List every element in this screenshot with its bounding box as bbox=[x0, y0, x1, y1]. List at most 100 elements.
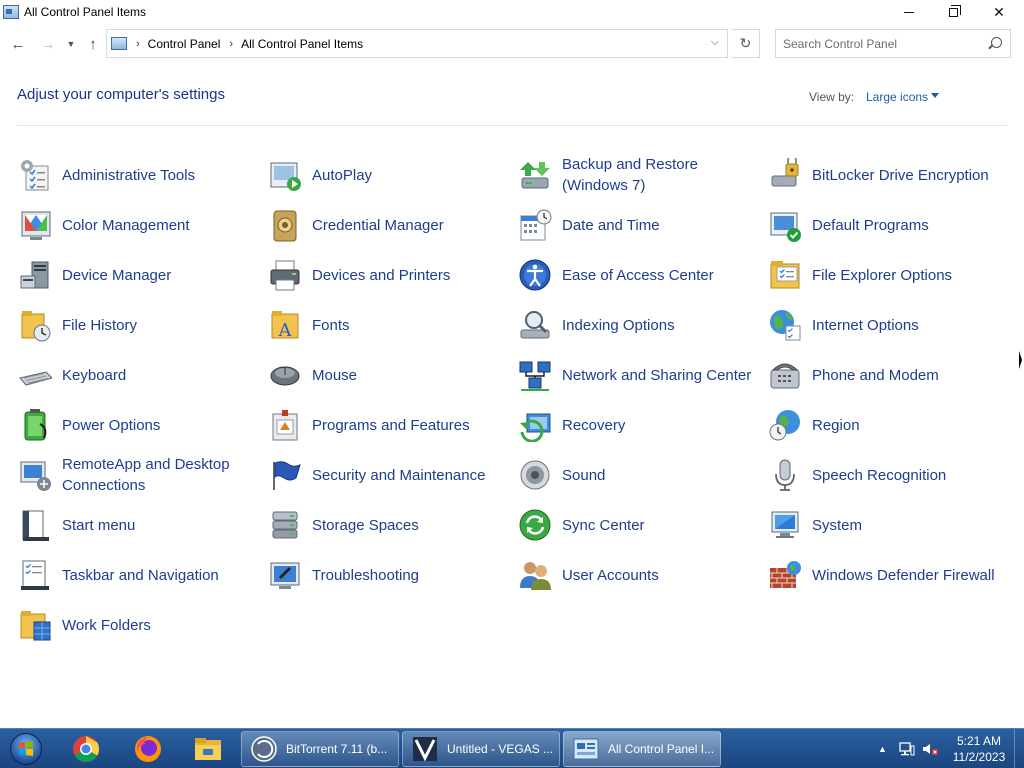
show-desktop-button[interactable] bbox=[1014, 729, 1024, 768]
minimize-button[interactable] bbox=[886, 0, 932, 24]
recent-locations-button[interactable]: ▼ bbox=[64, 33, 78, 55]
item-label: AutoPlay bbox=[312, 166, 373, 184]
control-panel-item[interactable]: Devices and Printers bbox=[265, 250, 505, 300]
refresh-button[interactable]: ↻ bbox=[732, 29, 760, 58]
volume-muted-icon[interactable] bbox=[921, 742, 939, 756]
item-label: Storage Spaces bbox=[312, 516, 419, 534]
date-time-icon bbox=[517, 207, 553, 243]
arrow-right-icon: → bbox=[40, 35, 56, 53]
file-history-icon bbox=[17, 307, 53, 343]
start-button[interactable] bbox=[6, 731, 46, 767]
item-label: Taskbar and Navigation bbox=[62, 566, 219, 584]
control-panel-item[interactable]: File History bbox=[15, 300, 255, 350]
control-panel-item[interactable]: Work Folders bbox=[15, 600, 255, 650]
control-panel-item[interactable]: Region bbox=[765, 400, 1005, 450]
file-explorer-icon[interactable] bbox=[188, 732, 228, 766]
printer-icon bbox=[267, 257, 303, 293]
control-panel-item[interactable]: Credential Manager bbox=[265, 200, 505, 250]
control-panel-item[interactable]: A Fonts bbox=[265, 300, 505, 350]
search-icon[interactable] bbox=[991, 37, 1002, 48]
control-panel-item[interactable]: User Accounts bbox=[515, 550, 755, 600]
breadcrumb-all-items[interactable]: All Control Panel Items bbox=[241, 37, 363, 51]
vegas-icon bbox=[411, 735, 439, 763]
close-button[interactable]: ✕ bbox=[976, 0, 1022, 24]
control-panel-item[interactable]: Sync Center bbox=[515, 500, 755, 550]
address-dropdown-icon[interactable]: ⌵ bbox=[711, 36, 719, 49]
item-label: Fonts bbox=[312, 316, 350, 334]
item-label: BitLocker Drive Encryption bbox=[812, 166, 989, 184]
search-box[interactable] bbox=[775, 29, 1011, 58]
breadcrumb-control-panel[interactable]: Control Panel bbox=[148, 37, 221, 51]
network-icon bbox=[517, 357, 553, 393]
restore-button[interactable] bbox=[930, 0, 976, 24]
item-label: Security and Maintenance bbox=[312, 466, 486, 484]
item-label: Phone and Modem bbox=[812, 366, 939, 384]
forward-button[interactable]: → bbox=[38, 33, 58, 55]
internet-options-icon bbox=[767, 307, 803, 343]
firefox-icon[interactable] bbox=[128, 732, 168, 766]
control-panel-item[interactable]: Recovery bbox=[515, 400, 755, 450]
control-panel-item[interactable]: File Explorer Options bbox=[765, 250, 1005, 300]
control-panel-item[interactable]: Start menu bbox=[15, 500, 255, 550]
control-panel-item[interactable]: Storage Spaces bbox=[265, 500, 505, 550]
control-panel-item[interactable]: Security and Maintenance bbox=[265, 450, 505, 500]
item-label: File Explorer Options bbox=[812, 266, 953, 284]
control-panel-item[interactable]: Mouse bbox=[265, 350, 505, 400]
control-panel-item[interactable]: RemoteApp and Desktop Connections bbox=[15, 450, 255, 500]
item-label: Administrative Tools bbox=[62, 166, 196, 184]
item-label: Devices and Printers bbox=[312, 266, 451, 284]
caret-down-icon[interactable] bbox=[931, 93, 939, 98]
control-panel-item[interactable]: Taskbar and Navigation bbox=[15, 550, 255, 600]
control-panel-item[interactable]: Administrative Tools bbox=[15, 150, 255, 200]
item-label: Recovery bbox=[562, 416, 626, 434]
breadcrumb-separator[interactable]: › bbox=[229, 38, 233, 50]
item-label: Sync Center bbox=[562, 516, 645, 534]
control-panel-item[interactable]: System bbox=[765, 500, 1005, 550]
address-bar[interactable]: › Control Panel › All Control Panel Item… bbox=[106, 29, 728, 58]
control-panel-icon bbox=[111, 37, 127, 50]
taskbar: BitTorrent 7.11 (b... Untitled - VEGAS ..… bbox=[0, 728, 1024, 768]
control-panel-item[interactable]: Device Manager bbox=[15, 250, 255, 300]
view-by-dropdown[interactable]: Large icons bbox=[866, 90, 928, 104]
breadcrumb-separator[interactable]: › bbox=[136, 38, 140, 50]
control-panel-item[interactable]: Phone and Modem bbox=[765, 350, 1005, 400]
control-panel-item[interactable]: Network and Sharing Center bbox=[515, 350, 755, 400]
item-label: Indexing Options bbox=[562, 316, 675, 334]
item-label: Troubleshooting bbox=[312, 566, 420, 584]
admin-tools-icon bbox=[17, 157, 53, 193]
control-panel-item[interactable]: Programs and Features bbox=[265, 400, 505, 450]
item-label: Programs and Features bbox=[312, 416, 470, 434]
taskbar-button[interactable]: All Control Panel I... bbox=[563, 731, 721, 767]
clock[interactable]: 5:21 AM 11/2/2023 bbox=[948, 733, 1010, 765]
control-panel-item[interactable]: AutoPlay bbox=[265, 150, 505, 200]
control-panel-item[interactable]: Date and Time bbox=[515, 200, 755, 250]
back-button[interactable]: ← bbox=[8, 33, 28, 55]
chrome-icon[interactable] bbox=[66, 732, 106, 766]
control-panel-item[interactable]: Troubleshooting bbox=[265, 550, 505, 600]
work-folders-icon bbox=[17, 607, 53, 643]
item-label: System bbox=[812, 516, 863, 534]
item-label: Mouse bbox=[312, 366, 358, 384]
control-panel-item[interactable]: Default Programs bbox=[765, 200, 1005, 250]
control-panel-item[interactable]: Speech Recognition bbox=[765, 450, 1005, 500]
control-panel-item[interactable]: BitLocker Drive Encryption bbox=[765, 150, 1005, 200]
control-panel-item[interactable]: Internet Options bbox=[765, 300, 1005, 350]
control-panel-item[interactable]: Backup and Restore (Windows 7) bbox=[515, 150, 755, 200]
troubleshooting-icon bbox=[267, 557, 303, 593]
control-panel-item[interactable]: Windows Defender Firewall bbox=[765, 550, 1005, 600]
control-panel-item[interactable]: Indexing Options bbox=[515, 300, 755, 350]
taskbar-button[interactable]: Untitled - VEGAS ... bbox=[402, 731, 560, 767]
show-hidden-icons-button[interactable]: ▲ bbox=[878, 744, 887, 754]
item-label: Keyboard bbox=[62, 366, 127, 384]
network-status-icon[interactable] bbox=[899, 742, 915, 756]
control-panel-item[interactable]: Sound bbox=[515, 450, 755, 500]
control-panel-item[interactable]: Color Management bbox=[15, 200, 255, 250]
taskbar-button[interactable]: BitTorrent 7.11 (b... bbox=[241, 731, 399, 767]
control-panel-item[interactable]: Keyboard bbox=[15, 350, 255, 400]
mouse-icon bbox=[267, 357, 303, 393]
control-panel-item[interactable]: Power Options bbox=[15, 400, 255, 450]
up-button[interactable]: ↑ bbox=[84, 33, 102, 55]
control-panel-item[interactable]: Ease of Access Center bbox=[515, 250, 755, 300]
clock-date: 11/2/2023 bbox=[952, 750, 1006, 764]
search-input[interactable] bbox=[783, 36, 983, 51]
